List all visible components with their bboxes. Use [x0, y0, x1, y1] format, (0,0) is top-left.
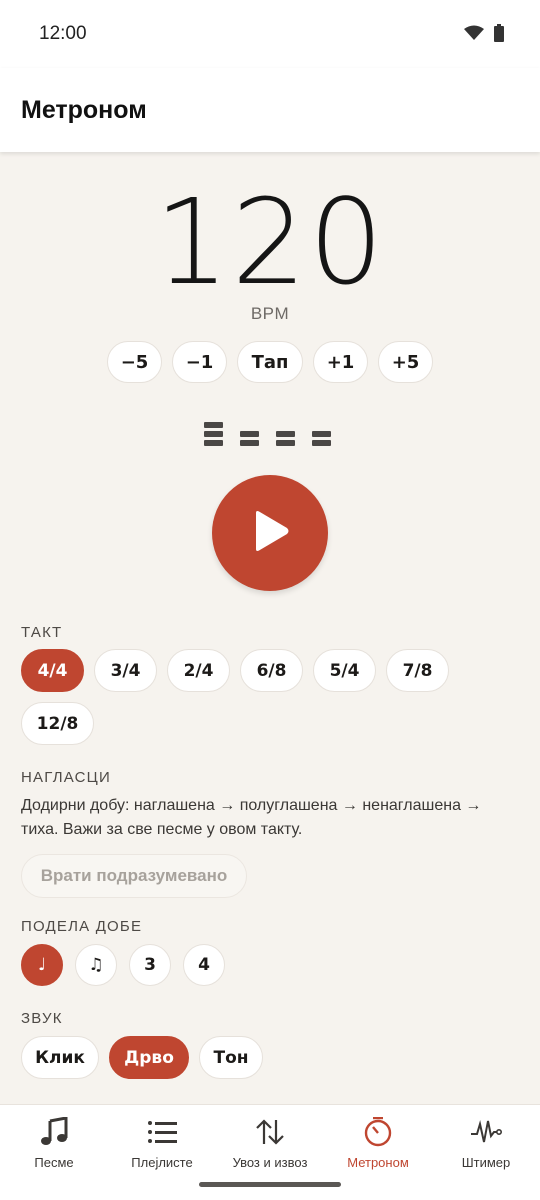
tap-tempo-button[interactable]: Тап: [237, 341, 303, 383]
time-sig-6-8[interactable]: 6/8: [240, 649, 303, 692]
waveform-icon: [470, 1115, 502, 1149]
subdivision-label: ПОДЕЛА ДОБЕ: [21, 918, 143, 935]
wifi-icon: [464, 25, 484, 46]
beat-indicator: [204, 422, 331, 446]
nav-label-tuner: Штимер: [461, 1155, 511, 1170]
nav-item-tuner[interactable]: Штимер: [432, 1105, 540, 1200]
time-sig-2-4[interactable]: 2/4: [167, 649, 230, 692]
subdivision-eighth[interactable]: ♫: [75, 944, 117, 986]
subdivision-quarter[interactable]: ♩: [21, 944, 63, 986]
beat-3[interactable]: [276, 422, 295, 446]
music-note-icon: [40, 1115, 68, 1149]
status-time: 12:00: [39, 23, 87, 44]
status-bar: 12:00: [0, 0, 540, 68]
time-signature-options: 4/4 3/4 2/4 6/8 5/4 7/8 12/8: [21, 649, 521, 745]
metronome-content: 120 BPM −5 −1 Тап +1 +5 ТАКТ 4/4 3/4 2/4…: [0, 152, 540, 1104]
subdivision-options: ♩ ♫ 3 4: [21, 944, 521, 986]
beat-4[interactable]: [312, 422, 331, 446]
accents-label: НАГЛАСЦИ: [21, 769, 111, 786]
beat-1-accented[interactable]: [204, 422, 223, 446]
time-sig-7-8[interactable]: 7/8: [386, 649, 449, 692]
bpm-value[interactable]: 120: [0, 182, 540, 302]
nav-label-metronome: Метроном: [347, 1155, 409, 1170]
app-bar: Метроном: [0, 68, 540, 152]
time-sig-12-8[interactable]: 12/8: [21, 702, 94, 745]
import-export-icon: [255, 1115, 285, 1149]
plus-1-button[interactable]: +1: [313, 341, 368, 383]
minus-5-button[interactable]: −5: [107, 341, 162, 383]
beat-2[interactable]: [240, 422, 259, 446]
sound-label: ЗВУК: [21, 1010, 63, 1027]
home-indicator[interactable]: [199, 1182, 341, 1187]
sound-tone[interactable]: Тон: [199, 1036, 263, 1079]
bpm-unit: BPM: [250, 304, 290, 323]
time-sig-4-4[interactable]: 4/4: [21, 649, 84, 692]
sound-options: Клик Дрво Тон: [21, 1036, 521, 1079]
subdivision-triplet[interactable]: 3: [129, 944, 171, 986]
timer-icon: [363, 1115, 393, 1149]
nav-item-songs[interactable]: Песме: [0, 1105, 108, 1200]
sound-wood[interactable]: Дрво: [109, 1036, 189, 1079]
time-signature-label: ТАКТ: [21, 624, 63, 641]
nav-label-songs: Песме: [34, 1155, 74, 1170]
time-sig-3-4[interactable]: 3/4: [94, 649, 157, 692]
nav-label-playlists: Плејлисте: [131, 1155, 193, 1170]
play-button[interactable]: [212, 475, 328, 591]
battery-icon: [494, 24, 504, 47]
plus-5-button[interactable]: +5: [378, 341, 433, 383]
accents-hint: Додирни добу: наглашена → полуглашена → …: [21, 797, 482, 838]
tempo-adjust-row: −5 −1 Тап +1 +5: [0, 341, 540, 383]
status-icons: [464, 24, 504, 47]
sound-click[interactable]: Клик: [21, 1036, 99, 1079]
page-title: Метроном: [21, 96, 147, 124]
reset-accents-button[interactable]: Врати подразумевано: [21, 854, 247, 898]
play-icon: [250, 510, 290, 557]
subdivision-sixteenth[interactable]: 4: [183, 944, 225, 986]
list-icon: [147, 1115, 177, 1149]
nav-label-import-export: Увоз и извоз: [232, 1155, 308, 1170]
time-sig-5-4[interactable]: 5/4: [313, 649, 376, 692]
minus-1-button[interactable]: −1: [172, 341, 227, 383]
